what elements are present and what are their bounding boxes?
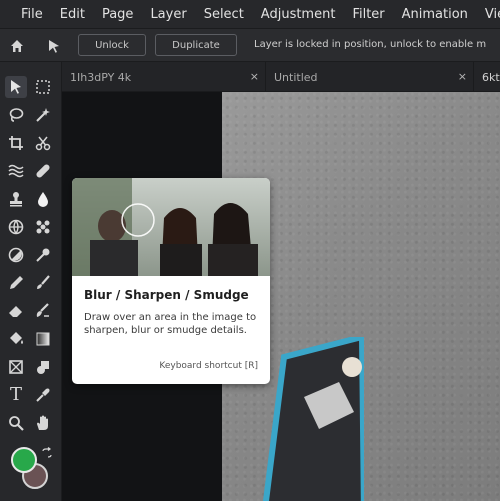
frame-icon[interactable] [5,356,27,378]
marquee-icon[interactable] [32,76,54,98]
dodge-icon[interactable] [32,244,54,266]
tab-document-3[interactable]: 6kt [474,62,500,92]
hand-icon[interactable] [32,412,54,434]
tooltip-shortcut: Keyboard shortcut [R] [159,361,258,371]
stamp-icon[interactable] [5,188,27,210]
menu-edit[interactable]: Edit [60,7,85,22]
pattern-icon[interactable] [32,216,54,238]
tool-tooltip-card: Blur / Sharpen / Smudge Draw over an are… [72,178,270,384]
menu-layer[interactable]: Layer [150,7,186,22]
tab-untitled[interactable]: Untitled × [266,62,474,92]
tooltip-description: Draw over an area in the image to sharpe… [84,312,257,336]
unlock-button[interactable]: Unlock [78,34,146,56]
sponge-icon[interactable] [5,244,27,266]
layer-locked-hint: Layer is locked in position, unlock to e… [254,39,487,50]
close-icon[interactable]: × [458,70,467,83]
healing-icon[interactable] [32,160,54,182]
menu-animation[interactable]: Animation [402,7,468,22]
blur-drop-icon[interactable] [32,188,54,210]
magic-wand-icon[interactable] [32,104,54,126]
swap-colors-icon[interactable] [41,447,53,459]
move-tool-icon[interactable] [46,38,62,54]
crop-icon[interactable] [5,132,27,154]
tool-sidebar: T [0,62,62,501]
menu-adjustment[interactable]: Adjustment [261,7,336,22]
eraser-icon[interactable] [5,300,27,322]
pencil-icon[interactable] [5,272,27,294]
lasso-icon[interactable] [5,104,27,126]
shape-icon[interactable] [32,356,54,378]
text-icon[interactable]: T [5,384,27,406]
brush-icon[interactable] [32,272,54,294]
smudge-brush-icon[interactable] [32,300,54,322]
tab-label: 6kt [482,70,500,84]
close-icon[interactable]: × [250,70,259,83]
tab-label: Untitled [274,70,318,84]
scissors-icon[interactable] [32,132,54,154]
tab-document-1[interactable]: 1Ih3dPY 4k × [62,62,266,92]
zoom-icon[interactable] [5,412,27,434]
liquify-icon[interactable] [5,160,27,182]
menu-view[interactable]: View [485,7,500,22]
menu-page[interactable]: Page [102,7,133,22]
globe-icon[interactable] [5,216,27,238]
document-tabs: 1Ih3dPY 4k × Untitled × 6kt [62,62,500,92]
options-bar: Unlock Duplicate Layer is locked in posi… [0,28,500,62]
foreground-color-swatch[interactable] [11,447,37,473]
bucket-icon[interactable] [5,328,27,350]
menu-select[interactable]: Select [204,7,244,22]
menu-bar: File Edit Page Layer Select Adjustment F… [0,0,500,28]
eyedropper-icon[interactable] [32,384,54,406]
menu-file[interactable]: File [21,7,43,22]
home-icon[interactable] [9,38,25,54]
gradient-icon[interactable] [32,328,54,350]
tooltip-preview-image [72,178,270,276]
menu-filter[interactable]: Filter [352,7,384,22]
tooltip-title: Blur / Sharpen / Smudge [84,288,249,302]
duplicate-button[interactable]: Duplicate [155,34,237,56]
tab-label: 1Ih3dPY 4k [70,70,132,84]
select-arrow-icon[interactable] [5,76,27,98]
